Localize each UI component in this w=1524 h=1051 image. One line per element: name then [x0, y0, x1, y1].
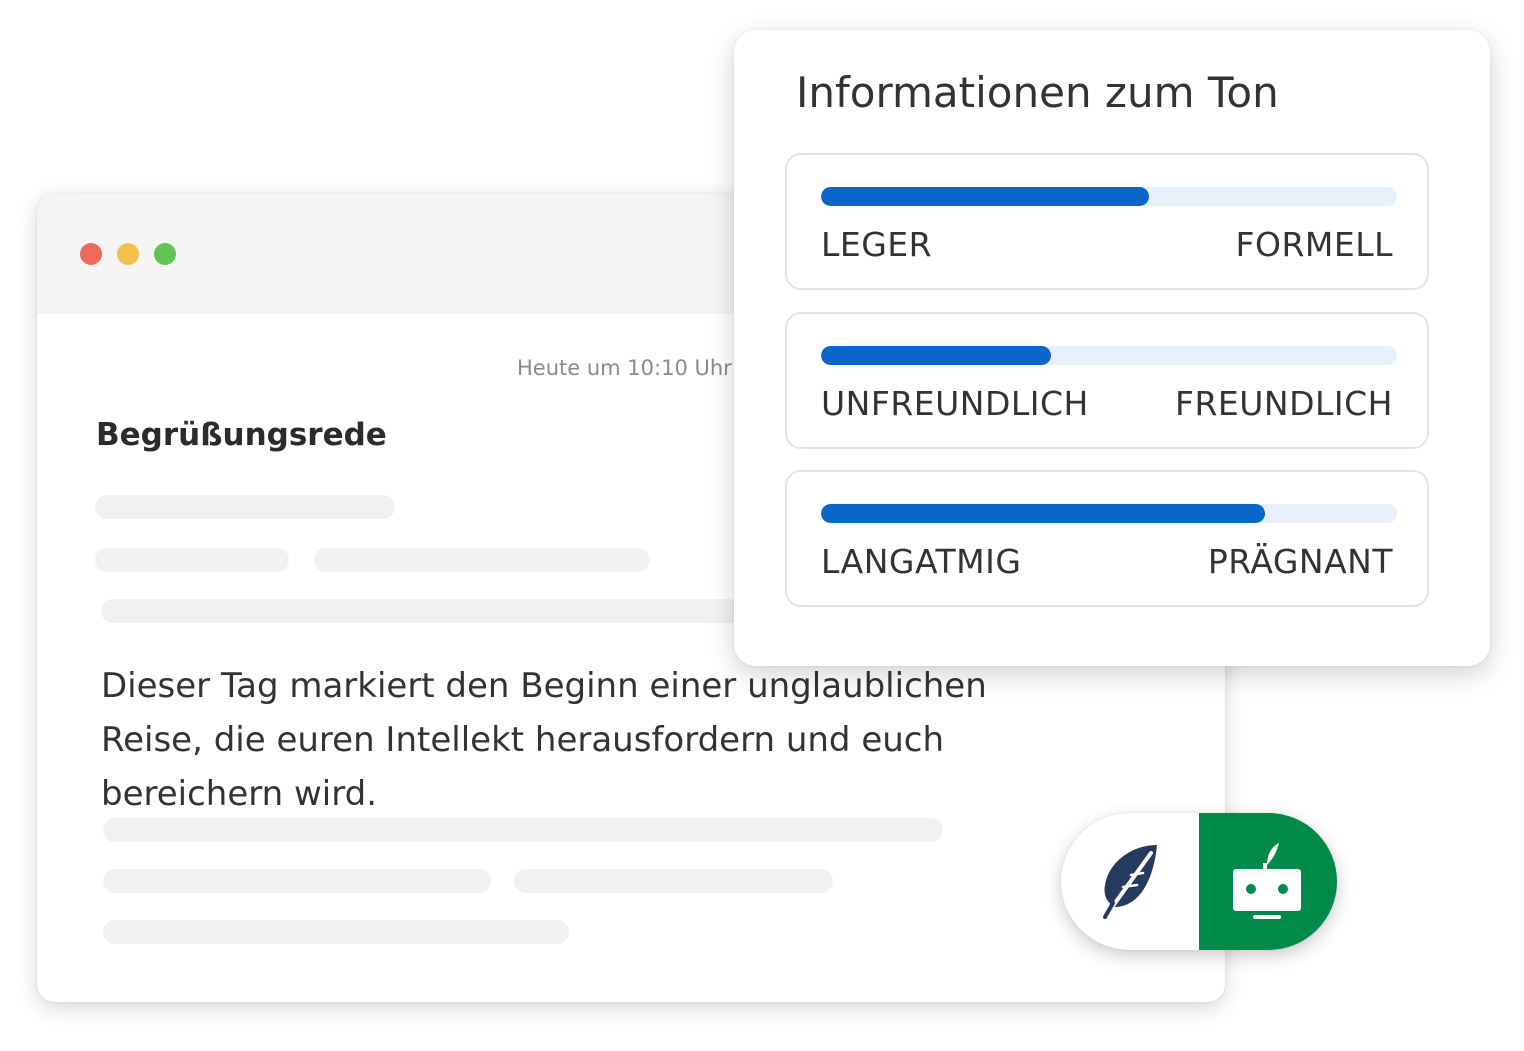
tone-scale-track [821, 504, 1397, 523]
toggle-option-robot[interactable] [1199, 813, 1337, 950]
placeholder-line [103, 920, 569, 944]
placeholder-line [101, 599, 741, 623]
toggle-option-feather[interactable] [1061, 813, 1199, 950]
placeholder-line [103, 869, 491, 893]
tone-scale-friendliness: UNFREUNDLICH FREUNDLICH [785, 312, 1429, 449]
tone-scale-fill [821, 504, 1265, 523]
document-title: Begrüßungsrede [96, 417, 387, 453]
placeholder-line [314, 548, 650, 572]
tone-scale-track [821, 187, 1397, 206]
tone-scale-right-label: PRÄGNANT [1207, 542, 1393, 581]
tone-scale-conciseness: LANGATMIG PRÄGNANT [785, 470, 1429, 607]
tone-panel-title: Informationen zum Ton [796, 68, 1279, 117]
mode-toggle [1061, 813, 1337, 950]
close-window-button[interactable] [80, 243, 102, 265]
minimize-window-button[interactable] [117, 243, 139, 265]
maximize-window-button[interactable] [154, 243, 176, 265]
tone-scale-left-label: UNFREUNDLICH [821, 384, 1089, 423]
tone-scale-formality: LEGER FORMELL [785, 153, 1429, 290]
placeholder-line [514, 869, 833, 893]
tone-scale-left-label: LANGATMIG [821, 542, 1022, 581]
tone-scale-right-label: FREUNDLICH [1175, 384, 1393, 423]
feather-icon [1103, 845, 1157, 919]
robot-icon [1233, 843, 1301, 919]
tone-scale-track [821, 346, 1397, 365]
tone-info-panel: Informationen zum Ton LEGER FORMELL UNFR… [734, 30, 1490, 666]
tone-scale-fill [821, 187, 1150, 206]
document-body-text[interactable]: Dieser Tag markiert den Beginn einer ung… [101, 659, 1001, 821]
tone-scale-left-label: LEGER [821, 225, 933, 264]
placeholder-line [95, 495, 395, 519]
document-timestamp: Heute um 10:10 Uhr [517, 356, 732, 380]
placeholder-line [103, 818, 943, 842]
tone-scale-right-label: FORMELL [1235, 225, 1393, 264]
tone-scale-fill [821, 346, 1052, 365]
placeholder-line [95, 548, 289, 572]
